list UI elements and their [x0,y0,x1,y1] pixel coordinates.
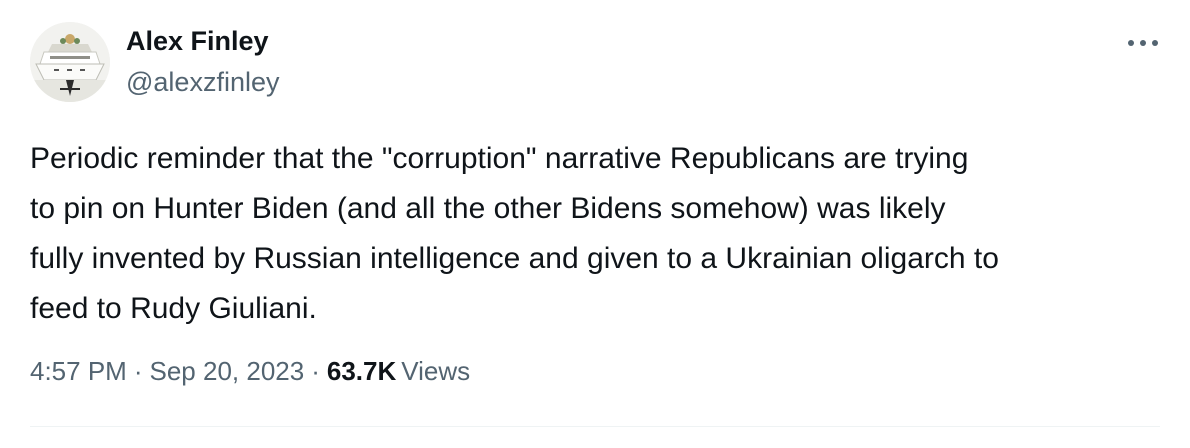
more-options-button[interactable] [1122,30,1164,56]
avatar[interactable] [30,22,110,102]
meta-separator: · [311,356,320,386]
tweet-text: Periodic reminder that the "corruption" … [30,142,999,325]
tweet-time[interactable]: 4:57 PM [30,356,127,387]
author-name[interactable]: Alex Finley [126,26,269,57]
author-handle[interactable]: @alexzfinley [126,67,279,98]
tweet-meta: 4:57 PM · Sep 20, 2023 · 63.7K Views [30,356,470,387]
yacht-avatar-image [30,22,110,102]
views-label[interactable]: Views [401,356,470,387]
views-count[interactable]: 63.7K [327,356,396,387]
tweet-date[interactable]: Sep 20, 2023 [150,356,305,387]
divider [30,426,1160,427]
more-options-icon [1128,40,1158,46]
meta-separator: · [133,356,143,386]
tweet-card: Alex Finley @alexzfinley Periodic remind… [0,0,1190,448]
